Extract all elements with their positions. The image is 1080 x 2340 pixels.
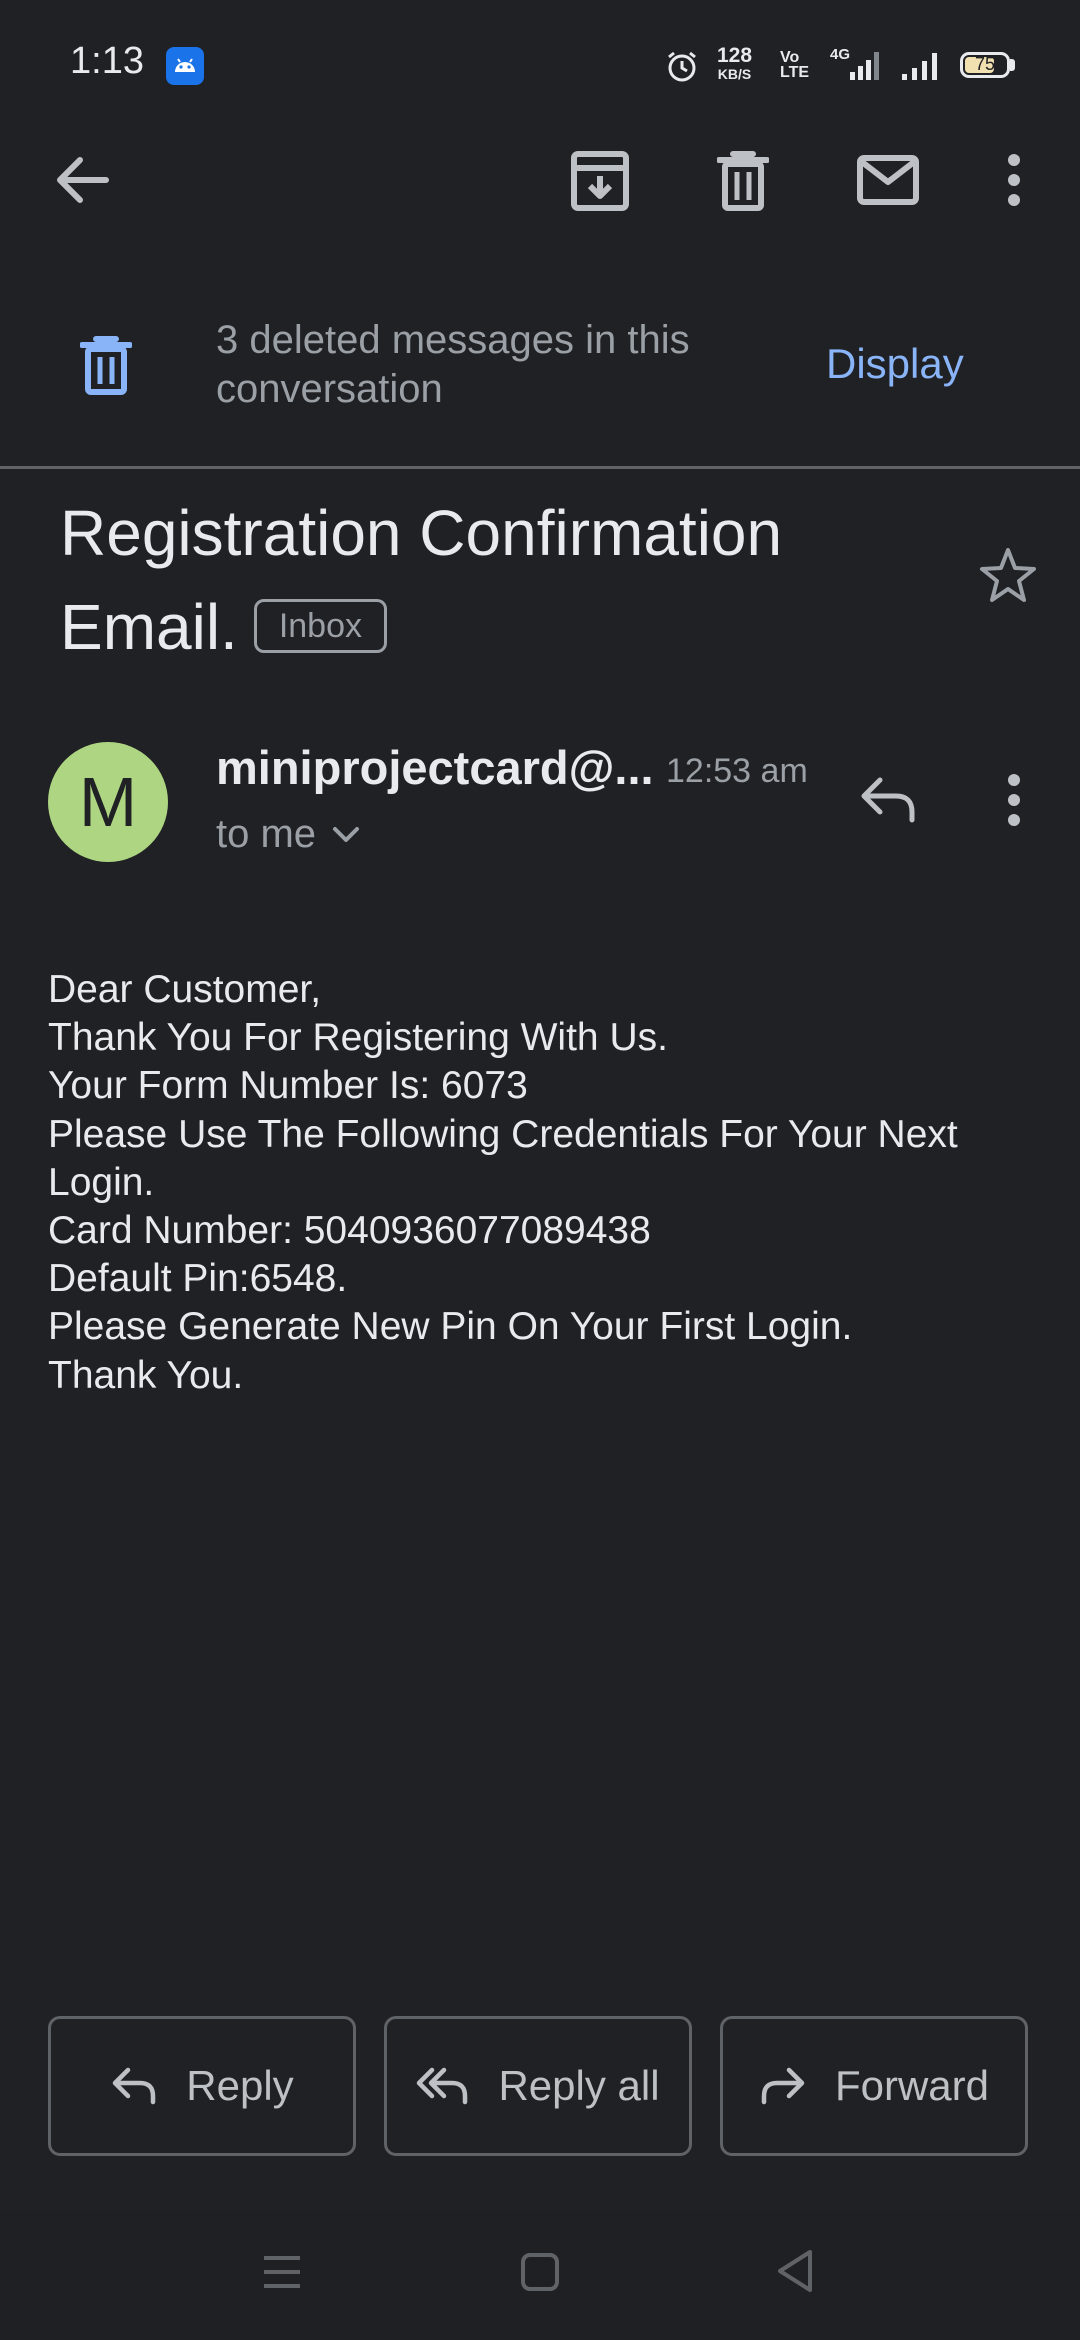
- body-line: Dear Customer,: [48, 968, 322, 1011]
- reply-icon[interactable]: [858, 774, 918, 824]
- mark-unread-icon[interactable]: [856, 154, 920, 206]
- alarm-icon: [664, 48, 700, 84]
- recipient-toggle[interactable]: to me: [216, 812, 360, 857]
- status-time: 1:13: [70, 40, 144, 82]
- body-line: Thank You.: [48, 1353, 244, 1397]
- body-line: Default Pin:6548.: [48, 1257, 348, 1301]
- home-icon[interactable]: [520, 2252, 560, 2292]
- reply-all-icon: [416, 2066, 470, 2106]
- signal-icon-sim1: [830, 50, 880, 82]
- android-notification-icon: [166, 47, 204, 85]
- volte-bottom: LTE: [780, 64, 810, 81]
- delete-icon[interactable]: [717, 148, 769, 212]
- reply-button-icon: [110, 2066, 158, 2106]
- battery-level: 75: [974, 54, 996, 74]
- back-arrow-icon[interactable]: [52, 152, 112, 208]
- inbox-label-chip[interactable]: Inbox: [253, 599, 387, 654]
- network-speed: 128 KB/S: [717, 44, 753, 83]
- body-line: Your Form Number Is: 6073: [48, 1064, 528, 1108]
- subject-title: Registration Confirmation Email.: [60, 497, 783, 663]
- reply-all-button-label: Reply all: [498, 2062, 660, 2109]
- forward-button[interactable]: Forward: [720, 2016, 1028, 2156]
- battery-tip: [1010, 59, 1015, 71]
- signal-icon-sim2: [900, 50, 946, 82]
- reply-button-label: Reply: [186, 2062, 294, 2109]
- chevron-down-icon: [332, 826, 360, 844]
- deleted-messages-text: 3 deleted messages in this conversation: [216, 318, 690, 411]
- sender-avatar[interactable]: M: [48, 742, 168, 862]
- body-line: Card Number: 5040936077089438: [48, 1209, 651, 1253]
- deleted-trash-icon: [80, 334, 132, 396]
- sender-name[interactable]: miniprojectcard@...: [216, 740, 654, 795]
- network-speed-unit: KB/S: [717, 66, 752, 82]
- display-deleted-button[interactable]: Display: [826, 340, 964, 388]
- battery-icon: 75: [960, 52, 1010, 78]
- body-line: Please Generate New Pin On Your First Lo…: [48, 1305, 853, 1349]
- forward-button-label: Forward: [834, 2062, 990, 2109]
- reply-button[interactable]: Reply: [48, 2016, 356, 2156]
- email-body: Dear Customer, Thank You For Registering…: [48, 966, 1038, 1400]
- reply-all-button[interactable]: Reply all: [384, 2016, 692, 2156]
- back-nav-icon[interactable]: [774, 2248, 816, 2294]
- body-line: Please Use The Following Credentials For…: [48, 1112, 958, 1156]
- archive-icon[interactable]: [570, 148, 630, 212]
- body-line: Thank You For Registering With Us.: [48, 1016, 668, 1060]
- network-speed-value: 128: [717, 44, 753, 67]
- body-line: Login.: [48, 1160, 155, 1204]
- more-options-icon[interactable]: [1000, 152, 1028, 208]
- recent-apps-icon[interactable]: [262, 2252, 302, 2292]
- star-icon[interactable]: [978, 546, 1038, 604]
- email-subject: Registration Confirmation Email. Inbox: [60, 486, 960, 674]
- message-more-options-icon[interactable]: [1000, 772, 1028, 828]
- forward-icon: [759, 2066, 807, 2106]
- volte-top: Vo: [780, 49, 800, 66]
- recipient-label: to me: [216, 812, 317, 856]
- banner-divider: [0, 466, 1080, 469]
- sent-time: 12:53 am: [666, 752, 808, 790]
- volte-indicator: Vo LTE: [780, 49, 810, 81]
